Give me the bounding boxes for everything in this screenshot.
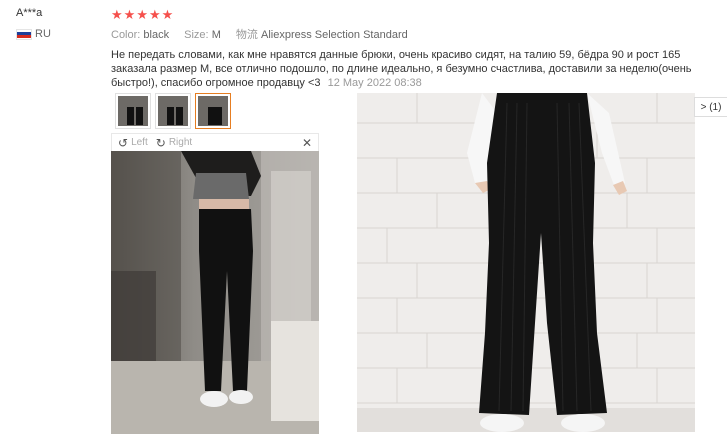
rotate-left-icon: ↺ (118, 135, 129, 150)
reviewer-name: A***a (16, 7, 43, 19)
star-icon: ★ (136, 6, 148, 22)
color-value: black (143, 29, 170, 41)
review-photo[interactable] (111, 151, 319, 434)
review-thumbnails (115, 93, 231, 129)
review-meta: Color: black Size: M 物流 Aliexpress Selec… (111, 28, 701, 42)
shipping-value: Aliexpress Selection Standard (260, 29, 408, 41)
star-icon: ★ (123, 6, 136, 22)
review-photo-illustration (111, 151, 319, 434)
review-thumbnail[interactable] (155, 93, 191, 129)
country-code: RU (35, 28, 51, 40)
star-icon: ★ (148, 6, 161, 22)
star-icon: ★ (161, 6, 174, 22)
rotate-left-button[interactable]: ↺ Left (118, 137, 148, 149)
shipping-label: 物流 (235, 29, 258, 41)
thumbnail-image (118, 96, 148, 126)
thumbnail-image (198, 96, 228, 126)
close-icon[interactable]: ✕ (302, 136, 312, 150)
rotate-right-icon: ↻ (155, 135, 166, 150)
rotate-right-label: Right (168, 137, 193, 148)
russia-flag-icon (16, 28, 32, 40)
reviewer-info: A***a RU (16, 6, 96, 40)
rotate-right-button[interactable]: ↻ Right (156, 137, 192, 149)
size-label: Size: (184, 29, 209, 41)
review-date: 12 May 2022 08:38 (327, 77, 422, 89)
review-thumbnail[interactable] (115, 93, 151, 129)
star-icon: ★ (111, 6, 123, 22)
review-text: Не передать словами, как мне нравятся да… (111, 48, 696, 90)
rating-stars: ★ ★ ★ ★ ★ (111, 6, 701, 22)
product-photo[interactable] (357, 93, 695, 432)
product-photo-illustration (357, 93, 695, 432)
size-value: M (211, 29, 221, 41)
image-viewer-toolbar: ↺ Left ↻ Right ✕ (111, 133, 319, 151)
review-body: ★ ★ ★ ★ ★ Color: black Size: M 物流 Aliexp… (111, 6, 701, 90)
rotate-left-label: Left (131, 137, 148, 148)
color-label: Color: (111, 29, 141, 41)
thumbnail-image (158, 96, 188, 126)
review-thumbnail-active[interactable] (195, 93, 231, 129)
next-image-chip[interactable]: > (1) (694, 97, 727, 117)
reviewer-country: RU (16, 28, 96, 40)
